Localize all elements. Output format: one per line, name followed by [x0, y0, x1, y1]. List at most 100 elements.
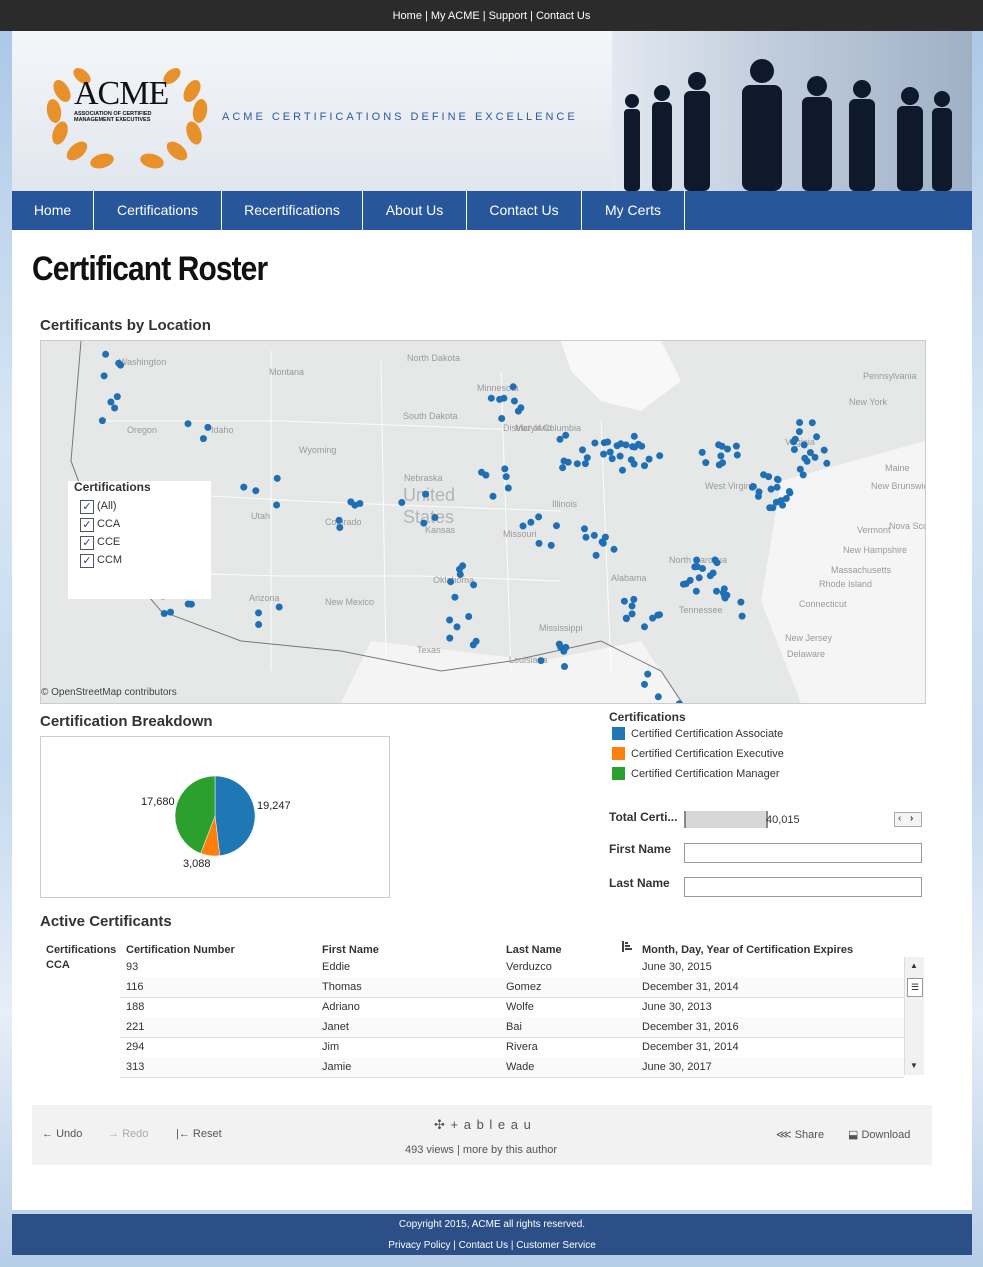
legend-label-cce[interactable]: Certified Certification Executive	[631, 748, 784, 760]
legend-label-cca[interactable]: Certified Certification Associate	[631, 728, 783, 740]
location-dot[interactable]	[799, 471, 807, 479]
col-certifications[interactable]: Certifications	[46, 944, 116, 956]
location-dot[interactable]	[102, 350, 110, 358]
location-dot[interactable]	[184, 420, 192, 428]
nav-about-us[interactable]: About Us	[363, 191, 467, 230]
location-dot[interactable]	[487, 394, 495, 402]
location-dot[interactable]	[111, 404, 119, 412]
location-dot[interactable]	[720, 585, 728, 593]
undo-button[interactable]: ← Undo	[42, 1128, 82, 1140]
location-dot[interactable]	[451, 593, 459, 601]
location-dot[interactable]	[800, 441, 808, 449]
location-dot[interactable]	[482, 471, 490, 479]
location-dot[interactable]	[107, 398, 115, 406]
pie-slice[interactable]	[214, 775, 256, 856]
scroll-up-icon[interactable]: ▲	[910, 961, 918, 970]
location-dot[interactable]	[610, 545, 618, 553]
location-dot[interactable]	[790, 446, 798, 453]
location-dot[interactable]	[590, 531, 598, 539]
tableau-logo[interactable]: ✣ + a b l e a u	[434, 1117, 532, 1133]
location-dot[interactable]	[453, 623, 461, 631]
location-dot[interactable]	[620, 597, 628, 605]
location-dot[interactable]	[692, 587, 700, 595]
location-dot[interactable]	[698, 448, 706, 456]
location-dot[interactable]	[98, 417, 106, 425]
location-dot[interactable]	[604, 438, 612, 446]
location-dot[interactable]	[336, 524, 344, 531]
footer-link-privacy[interactable]: Privacy Policy	[388, 1240, 450, 1251]
top-link-home[interactable]: Home	[393, 10, 422, 22]
location-dot[interactable]	[582, 533, 590, 541]
location-dot[interactable]	[622, 441, 630, 449]
location-dot[interactable]	[649, 614, 657, 622]
nav-recertifications[interactable]: Recertifications	[222, 191, 363, 230]
pie-chart[interactable]: 19,247 3,088 17,680	[41, 737, 389, 897]
location-dot[interactable]	[656, 611, 663, 619]
location-dot[interactable]	[422, 490, 430, 498]
location-dot[interactable]	[760, 471, 768, 479]
location-dot[interactable]	[782, 495, 790, 502]
location-dot[interactable]	[535, 539, 543, 547]
location-dot[interactable]	[715, 461, 723, 469]
location-dot[interactable]	[733, 451, 741, 459]
location-dot[interactable]	[501, 465, 509, 473]
location-dot[interactable]	[628, 602, 636, 610]
redo-button[interactable]: → Redo	[108, 1128, 148, 1140]
total-slider[interactable]	[684, 811, 768, 828]
location-dot[interactable]	[199, 435, 207, 443]
location-dot[interactable]	[519, 522, 527, 530]
top-link-contact[interactable]: Contact Us	[536, 10, 590, 22]
logo-wordmark[interactable]: ACME	[74, 75, 169, 113]
nav-my-certs[interactable]: My Certs	[582, 191, 685, 230]
location-dot[interactable]	[803, 457, 811, 465]
location-dot[interactable]	[619, 466, 626, 474]
location-dot[interactable]	[820, 446, 828, 454]
location-dot[interactable]	[447, 578, 455, 586]
top-link-support[interactable]: Support	[489, 10, 528, 22]
location-dot[interactable]	[160, 610, 168, 617]
location-dot[interactable]	[721, 594, 729, 602]
location-dot[interactable]	[502, 473, 510, 481]
location-dot[interactable]	[514, 407, 522, 415]
location-dot[interactable]	[431, 514, 439, 521]
top-link-my-acme[interactable]: My ACME	[431, 10, 480, 22]
table-row[interactable]: 188 Adriano Wolfe June 30, 2013	[120, 997, 904, 1018]
location-dot[interactable]	[573, 460, 581, 468]
location-dot[interactable]	[644, 670, 652, 678]
share-button[interactable]: ⋘ Share	[776, 1128, 824, 1141]
location-dot[interactable]	[456, 571, 464, 578]
table-scrollbar[interactable]: ▲ ☰ ▼	[904, 957, 924, 1075]
chevron-left-icon[interactable]: ‹	[898, 813, 901, 825]
location-dot[interactable]	[754, 492, 762, 500]
table-row[interactable]: 93 Eddie Verduzco June 30, 2015	[120, 957, 904, 978]
location-dot[interactable]	[465, 613, 473, 620]
location-dot[interactable]	[579, 446, 586, 454]
location-dot[interactable]	[562, 431, 570, 439]
location-dot[interactable]	[796, 419, 804, 426]
nav-certifications[interactable]: Certifications	[94, 191, 222, 230]
location-dot[interactable]	[592, 551, 600, 559]
location-dot[interactable]	[613, 442, 621, 450]
location-dot[interactable]	[808, 419, 816, 427]
table-row[interactable]: 116 Thomas Gomez December 31, 2014	[120, 977, 904, 998]
legend-swatch-cce[interactable]	[612, 747, 625, 760]
location-dot[interactable]	[184, 600, 192, 608]
location-dot[interactable]	[630, 460, 638, 468]
location-dot[interactable]	[693, 556, 701, 564]
location-dot[interactable]	[547, 541, 555, 549]
location-dot[interactable]	[240, 483, 248, 491]
location-dot[interactable]	[113, 393, 121, 401]
table-row[interactable]: 294 Jim Rivera December 31, 2014	[120, 1037, 904, 1058]
download-button[interactable]: ⬓ Download	[848, 1128, 910, 1141]
location-dot[interactable]	[446, 634, 454, 642]
location-dot[interactable]	[813, 433, 821, 441]
scroll-thumb[interactable]: ☰	[907, 978, 923, 997]
sort-icon[interactable]	[622, 941, 632, 952]
location-dot[interactable]	[622, 614, 630, 622]
location-dot[interactable]	[601, 533, 609, 541]
location-dot[interactable]	[774, 476, 782, 484]
legend-swatch-ccm[interactable]	[612, 767, 625, 780]
location-dot[interactable]	[748, 483, 756, 491]
location-dot[interactable]	[767, 485, 775, 493]
location-dot[interactable]	[581, 525, 588, 533]
